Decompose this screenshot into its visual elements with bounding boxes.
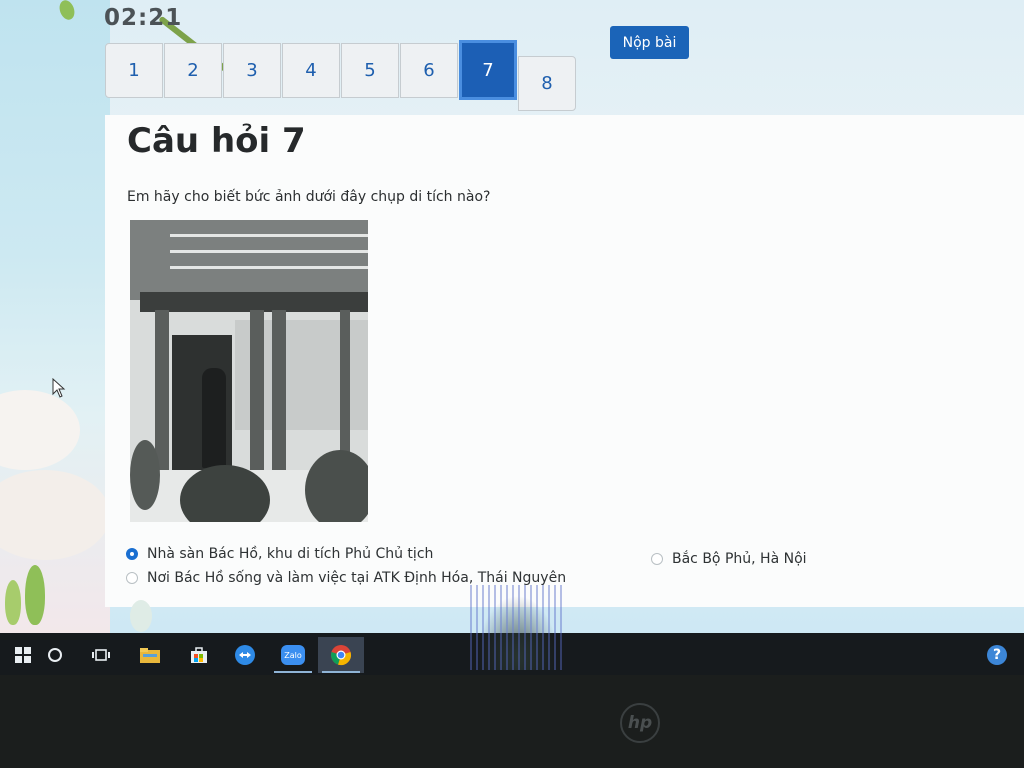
question-pager: 1 2 3 4 5 6 7 8	[105, 40, 577, 111]
question-card: Câu hỏi 7 Em hãy cho biết bức ảnh dưới đ…	[105, 115, 1024, 607]
photo-person	[202, 368, 226, 468]
help-icon[interactable]: ?	[987, 645, 1007, 665]
zalo-icon[interactable]: Zalo	[270, 637, 316, 673]
zalo-icon-label: Zalo	[281, 645, 305, 665]
page-button-3[interactable]: 3	[223, 43, 281, 98]
photo-railing	[170, 234, 368, 237]
answer-option-1[interactable]: Nhà sàn Bác Hồ, khu di tích Phủ Chủ tịch	[126, 546, 433, 562]
task-view-icon[interactable]	[78, 637, 124, 673]
mouse-cursor-icon	[52, 377, 66, 402]
photo-beam	[140, 292, 368, 312]
photo-bush	[305, 450, 368, 522]
file-explorer-icon[interactable]	[127, 637, 173, 673]
radio-button[interactable]	[126, 572, 138, 584]
answer-option-3[interactable]: Bắc Bộ Phủ, Hà Nội	[651, 551, 807, 567]
page-button-5[interactable]: 5	[341, 43, 399, 98]
answer-option-2[interactable]: Nơi Bác Hồ sống và làm việc tại ATK Định…	[126, 570, 566, 586]
store-icon[interactable]	[176, 637, 222, 673]
answer-option-label: Nhà sàn Bác Hồ, khu di tích Phủ Chủ tịch	[147, 546, 434, 562]
answer-option-label: Nơi Bác Hồ sống và làm việc tại ATK Định…	[147, 570, 567, 586]
teamviewer-icon[interactable]	[222, 637, 268, 673]
screen-glitch-artifact	[470, 585, 565, 670]
question-text: Em hãy cho biết bức ảnh dưới đây chụp di…	[127, 189, 491, 205]
submit-button[interactable]: Nộp bài	[610, 26, 689, 59]
hp-logo: hp	[620, 703, 660, 743]
photo-upper-floor	[130, 220, 368, 300]
radio-button-checked[interactable]	[126, 548, 138, 560]
page-button-4[interactable]: 4	[282, 43, 340, 98]
question-photo	[130, 220, 368, 522]
wallpaper-tree	[25, 565, 45, 625]
laptop-screen: 02:21 Nộp bài 1 2 3 4 5 6 7 8 Câu hỏi 7 …	[0, 0, 1024, 672]
question-title: Câu hỏi 7	[127, 121, 306, 161]
wallpaper-ornament	[130, 600, 152, 632]
countdown-timer: 02:21	[104, 5, 183, 31]
photo-railing	[170, 266, 368, 269]
page-button-7-active[interactable]: 7	[459, 40, 517, 100]
wallpaper-tree	[5, 580, 21, 625]
page-button-8[interactable]: 8	[518, 56, 576, 111]
cortana-search-icon[interactable]	[32, 637, 78, 673]
radio-button[interactable]	[651, 553, 663, 565]
photo-bush	[130, 440, 160, 510]
answer-option-label: Bắc Bộ Phủ, Hà Nội	[672, 551, 807, 567]
page-button-1[interactable]: 1	[105, 43, 163, 98]
page-button-2[interactable]: 2	[164, 43, 222, 98]
photo-railing	[170, 250, 368, 253]
page-button-6[interactable]: 6	[400, 43, 458, 98]
chrome-icon[interactable]	[318, 637, 364, 673]
